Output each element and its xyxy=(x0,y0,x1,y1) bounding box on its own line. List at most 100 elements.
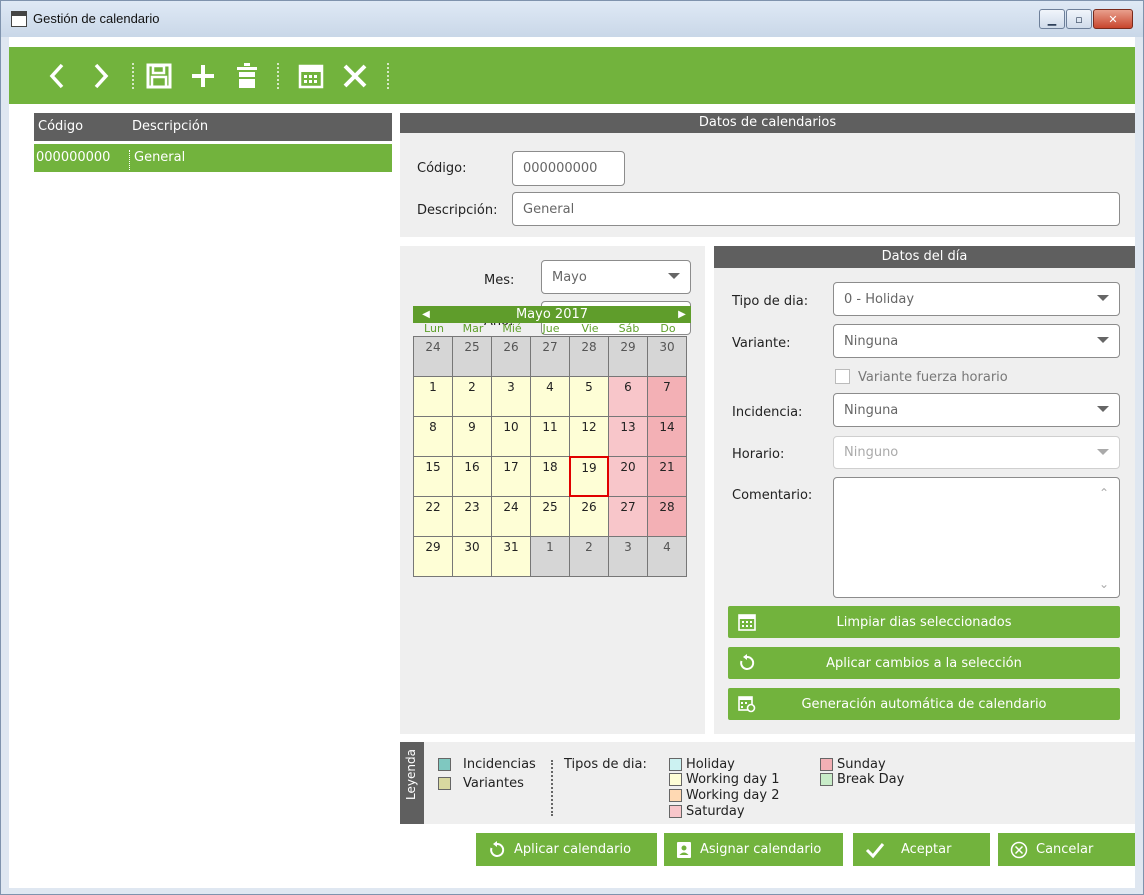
aplicar-calendario-button[interactable]: Aplicar calendario xyxy=(476,833,657,866)
working-day-2-swatch xyxy=(669,789,682,802)
calendar-day[interactable]: 17 xyxy=(491,456,531,497)
calendar-day[interactable]: 21 xyxy=(647,456,687,497)
calendar-day[interactable]: 2 xyxy=(569,536,609,577)
calendar-day[interactable]: 26 xyxy=(491,336,531,377)
scroll-down-icon[interactable]: ⌄ xyxy=(1099,577,1109,591)
window: Gestión de calendario ▁ ▫ ✕ Código Descr… xyxy=(0,0,1144,895)
calendar-day[interactable]: 4 xyxy=(647,536,687,577)
legend-tab-label: Leyenda xyxy=(404,749,418,800)
comentario-label: Comentario: xyxy=(732,488,813,503)
saturday-swatch xyxy=(669,805,682,818)
incidencia-label: Incidencia: xyxy=(732,405,803,420)
working-day-2-label: Working day 2 xyxy=(686,788,780,803)
scroll-up-icon[interactable]: ⌃ xyxy=(1099,486,1109,500)
calendar-day[interactable]: 14 xyxy=(647,416,687,457)
day-data-header: Datos del día xyxy=(714,246,1135,268)
calendar-day[interactable]: 18 xyxy=(530,456,570,497)
calendar-day[interactable]: 29 xyxy=(608,336,648,377)
refresh-icon xyxy=(490,840,505,857)
calendar-day[interactable]: 30 xyxy=(452,536,492,577)
calendar-day[interactable]: 28 xyxy=(647,496,687,537)
chevron-down-icon xyxy=(1097,337,1109,343)
calendar-day[interactable]: 19 xyxy=(569,456,609,497)
list-item-descripcion: General xyxy=(129,150,185,170)
aceptar-button[interactable]: Aceptar xyxy=(853,833,990,866)
incidencia-select[interactable]: Ninguna xyxy=(833,393,1120,427)
close-window-button[interactable]: ✕ xyxy=(1093,9,1133,29)
next-icon[interactable] xyxy=(79,47,123,104)
codigo-input[interactable]: 000000000 xyxy=(512,151,625,186)
minimize-button[interactable]: ▁ xyxy=(1039,9,1065,29)
calendar-day[interactable]: 28 xyxy=(569,336,609,377)
cancelar-label: Cancelar xyxy=(1036,842,1094,857)
calendar-day[interactable]: 12 xyxy=(569,416,609,457)
descripcion-input[interactable]: General xyxy=(512,192,1120,226)
generacion-automatica-button[interactable]: Generación automática de calendario xyxy=(728,688,1120,720)
calendar-day[interactable]: 15 xyxy=(413,456,453,497)
calendar-day[interactable]: 6 xyxy=(608,376,648,417)
calendar-next-icon[interactable]: ▶ xyxy=(675,306,689,323)
comentario-textarea[interactable]: ⌃ ⌄ xyxy=(833,477,1120,598)
calendar-day[interactable]: 20 xyxy=(608,456,648,497)
calendar-day[interactable]: 23 xyxy=(452,496,492,537)
month-calendar: Mayo 2017 ◀ ▶ Lun Mar Mié Jue Vie Sáb Do 24 25 2… xyxy=(413,306,691,580)
calendar-day[interactable]: 31 xyxy=(491,536,531,577)
column-header-codigo[interactable]: Código xyxy=(38,119,83,134)
add-icon[interactable] xyxy=(181,47,225,104)
calendar-prev-icon[interactable]: ◀ xyxy=(419,306,433,323)
aplicar-cambios-button[interactable]: Aplicar cambios a la selección xyxy=(728,647,1120,679)
calendar-day[interactable]: 5 xyxy=(569,376,609,417)
limpiar-dias-button[interactable]: Limpiar dias seleccionados xyxy=(728,606,1120,638)
calendar-day[interactable]: 9 xyxy=(452,416,492,457)
codigo-value: 000000000 xyxy=(523,161,598,176)
calendar-day[interactable]: 25 xyxy=(530,496,570,537)
calendar-day[interactable]: 1 xyxy=(530,536,570,577)
cancelar-button[interactable]: Cancelar xyxy=(998,833,1135,866)
calendar-app-icon xyxy=(11,11,27,27)
calendar-icon[interactable] xyxy=(289,47,333,104)
calendar-day[interactable]: 24 xyxy=(491,496,531,537)
calendar-day[interactable]: 29 xyxy=(413,536,453,577)
delete-icon[interactable] xyxy=(225,47,269,104)
mes-select[interactable]: Mayo xyxy=(541,260,691,294)
variante-fuerza-checkbox[interactable] xyxy=(835,369,850,384)
variante-select[interactable]: Ninguna xyxy=(833,324,1120,358)
column-header-descripcion[interactable]: Descripción xyxy=(132,119,208,134)
calendar-day[interactable]: 22 xyxy=(413,496,453,537)
calendar-day[interactable]: 16 xyxy=(452,456,492,497)
calendar-day[interactable]: 4 xyxy=(530,376,570,417)
horario-select[interactable]: Ninguno xyxy=(833,436,1120,469)
cancel-circle-icon xyxy=(1010,841,1028,858)
calendar-day[interactable]: 3 xyxy=(608,536,648,577)
variante-value: Ninguna xyxy=(844,333,899,349)
list-item[interactable]: 000000000 General xyxy=(34,144,392,172)
previous-icon[interactable] xyxy=(35,47,79,104)
calendar-day[interactable]: 25 xyxy=(452,336,492,377)
calendar-day[interactable]: 27 xyxy=(530,336,570,377)
tipos-dia-label: Tipos de dia: xyxy=(564,757,647,772)
calendar-day[interactable]: 24 xyxy=(413,336,453,377)
save-icon[interactable] xyxy=(137,47,181,104)
incidencias-swatch xyxy=(438,758,451,771)
calendar-day[interactable]: 7 xyxy=(647,376,687,417)
tipo-dia-select[interactable]: 0 - Holiday xyxy=(833,282,1120,316)
asignar-calendario-label: Asignar calendario xyxy=(700,842,822,857)
asignar-calendario-button[interactable]: Asignar calendario xyxy=(664,833,843,866)
calendar-day[interactable]: 8 xyxy=(413,416,453,457)
calendar-day[interactable]: 30 xyxy=(647,336,687,377)
legend-tab: Leyenda xyxy=(400,742,424,824)
calendar-day[interactable]: 10 xyxy=(491,416,531,457)
calendar-day[interactable]: 13 xyxy=(608,416,648,457)
limpiar-dias-label: Limpiar dias seleccionados xyxy=(836,614,1012,630)
calendar-day[interactable]: 27 xyxy=(608,496,648,537)
horario-value: Ninguno xyxy=(844,445,899,460)
calendar-day[interactable]: 2 xyxy=(452,376,492,417)
calendar-day[interactable]: 11 xyxy=(530,416,570,457)
list-item-codigo: 000000000 xyxy=(36,150,111,165)
calendar-day[interactable]: 3 xyxy=(491,376,531,417)
maximize-button[interactable]: ▫ xyxy=(1066,9,1092,29)
close-icon[interactable] xyxy=(333,47,377,104)
calendar-day[interactable]: 26 xyxy=(569,496,609,537)
legend-separator xyxy=(551,760,553,816)
calendar-day[interactable]: 1 xyxy=(413,376,453,417)
